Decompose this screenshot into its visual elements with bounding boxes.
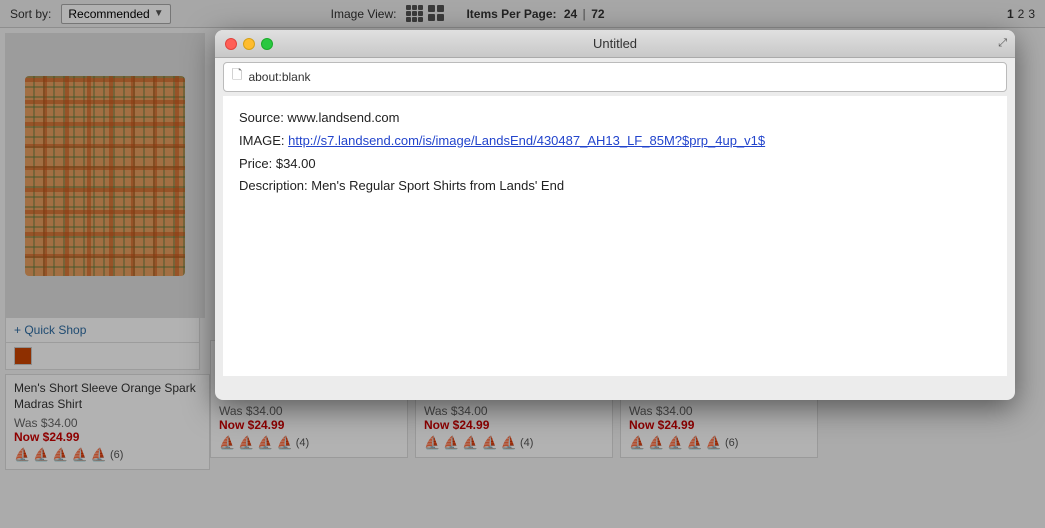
source-line: Source: www.landsend.com [239, 108, 991, 129]
expand-icon[interactable]: ⤢ [998, 37, 1007, 50]
modal-window: Untitled ⤢ 🗋 about:blank Source: www.lan… [215, 30, 1015, 400]
price-label: Price: [239, 156, 276, 171]
description-label: Description: [239, 178, 311, 193]
modal-address[interactable]: about:blank [248, 70, 310, 84]
page-icon: 🗋 [232, 66, 242, 88]
source-label: Source: [239, 110, 287, 125]
source-value: www.landsend.com [287, 110, 399, 125]
maximize-window-button[interactable] [261, 38, 273, 50]
close-window-button[interactable] [225, 38, 237, 50]
modal-titlebar: Untitled ⤢ [215, 30, 1015, 58]
image-url[interactable]: http://s7.landsend.com/is/image/LandsEnd… [288, 133, 765, 148]
minimize-window-button[interactable] [243, 38, 255, 50]
description-value: Men's Regular Sport Shirts from Lands' E… [311, 178, 564, 193]
window-controls [225, 38, 273, 50]
modal-content: Source: www.landsend.com IMAGE: http://s… [223, 96, 1007, 376]
price-value: $34.00 [276, 156, 316, 171]
modal-addressbar: 🗋 about:blank [223, 62, 1007, 92]
image-label: IMAGE: [239, 133, 288, 148]
image-line: IMAGE: http://s7.landsend.com/is/image/L… [239, 131, 991, 152]
modal-title: Untitled [593, 36, 637, 51]
price-line: Price: $34.00 [239, 154, 991, 175]
description-line: Description: Men's Regular Sport Shirts … [239, 176, 991, 197]
